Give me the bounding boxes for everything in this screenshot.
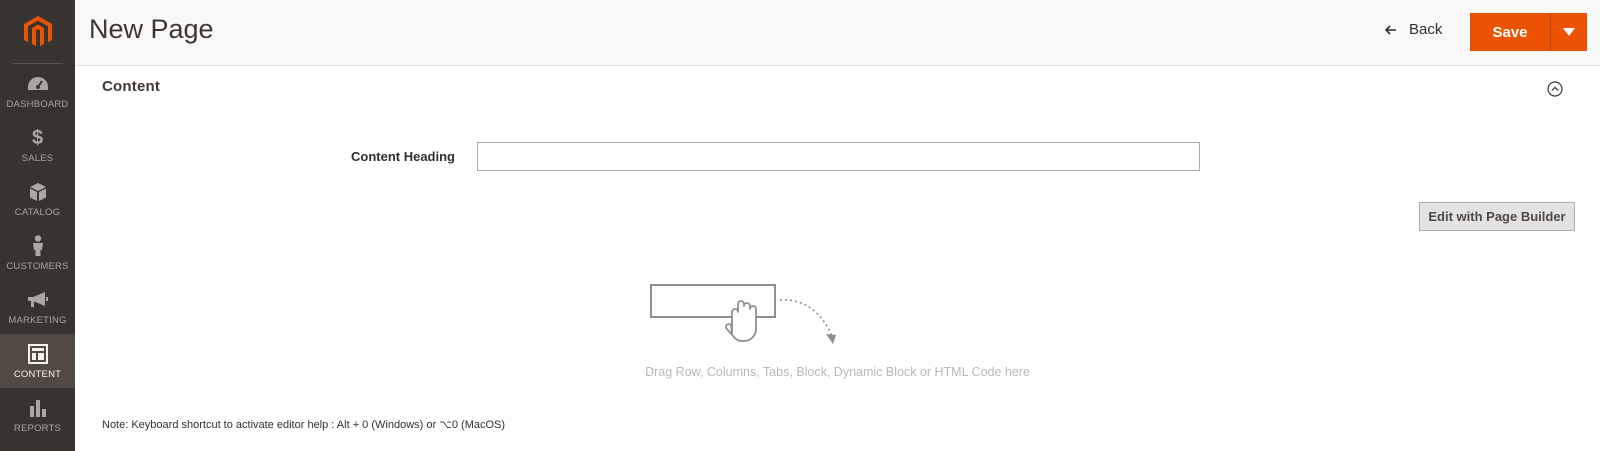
- drop-zone-illustration: [650, 284, 840, 354]
- sidebar-item-reports[interactable]: REPORTS: [0, 388, 75, 442]
- magento-logo[interactable]: [12, 0, 63, 64]
- content-heading-label: Content Heading: [351, 149, 455, 164]
- save-button[interactable]: Save: [1470, 13, 1550, 51]
- megaphone-icon: [27, 289, 49, 311]
- collapse-section-button[interactable]: [1547, 81, 1563, 97]
- caret-down-icon: [1562, 28, 1575, 36]
- arrow-left-icon: [1385, 24, 1396, 35]
- admin-sidebar: DASHBOARD $ SALES CATALOG CUSTOMERS MARK…: [0, 0, 75, 451]
- drop-zone-hint: Drag Row, Columns, Tabs, Block, Dynamic …: [645, 365, 1030, 379]
- edit-with-page-builder-button[interactable]: Edit with Page Builder: [1419, 202, 1575, 231]
- sidebar-item-label: DASHBOARD: [6, 98, 69, 110]
- keyboard-shortcut-note: Note: Keyboard shortcut to activate edit…: [102, 419, 506, 431]
- content-section-title[interactable]: Content: [102, 78, 160, 95]
- sidebar-item-label: CUSTOMERS: [6, 260, 69, 272]
- layout-icon: [27, 343, 49, 365]
- bar-chart-icon: [27, 397, 49, 419]
- content-heading-input[interactable]: [477, 142, 1200, 171]
- sidebar-item-customers[interactable]: CUSTOMERS: [0, 226, 75, 280]
- back-button[interactable]: Back: [1385, 21, 1442, 38]
- save-options-toggle[interactable]: [1550, 13, 1587, 51]
- chevron-up-circle-icon: [1547, 81, 1563, 97]
- save-split-button: Save: [1470, 13, 1587, 51]
- sidebar-item-label: CATALOG: [14, 206, 61, 218]
- sidebar-item-marketing[interactable]: MARKETING: [0, 280, 75, 334]
- sidebar-item-dashboard[interactable]: DASHBOARD: [0, 64, 75, 118]
- page-header: New Page Back Save: [75, 0, 1600, 66]
- magento-logo-icon: [23, 15, 52, 46]
- sidebar-item-label: REPORTS: [13, 422, 62, 434]
- sidebar-item-label: SALES: [21, 152, 54, 164]
- page-title: New Page: [89, 14, 214, 44]
- back-label: Back: [1409, 21, 1443, 38]
- dollar-icon: $: [31, 126, 44, 149]
- sidebar-item-sales[interactable]: $ SALES: [0, 118, 75, 172]
- sidebar-item-label: MARKETING: [8, 314, 67, 326]
- person-icon: [27, 234, 49, 257]
- drag-hand-icon: [650, 284, 836, 344]
- dashboard-icon: [27, 73, 49, 95]
- sidebar-item-catalog[interactable]: CATALOG: [0, 172, 75, 226]
- cube-icon: [27, 181, 49, 203]
- sidebar-item-content[interactable]: CONTENT: [0, 334, 75, 388]
